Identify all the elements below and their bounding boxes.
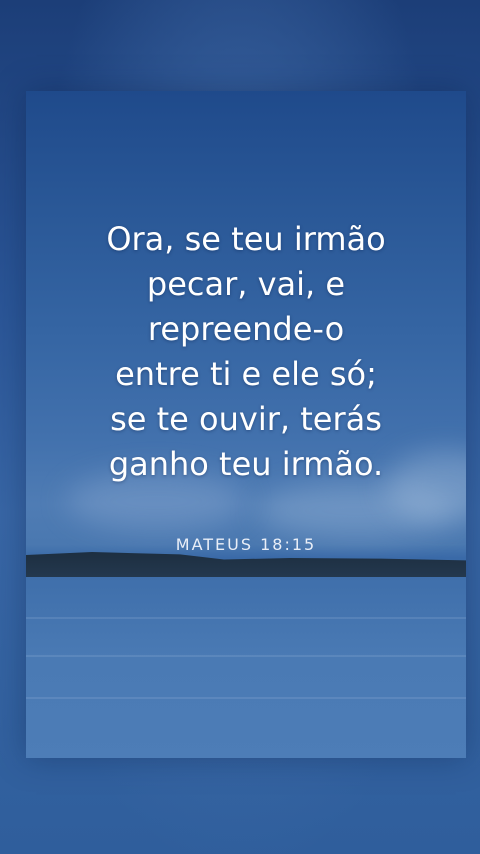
verse-card[interactable]: Ora, se teu irmão pecar, vai, e repreend… [26, 91, 466, 758]
verse-reference: MATEUS 18:15 [175, 535, 317, 554]
verse-line: Ora, se teu irmão [106, 220, 386, 258]
story-screen: Ora, se teu irmão pecar, vai, e repreend… [0, 0, 480, 854]
verse-line: entre ti e ele só; [115, 355, 377, 393]
verse-text: Ora, se teu irmão pecar, vai, e repreend… [26, 217, 466, 487]
water-reflection [26, 655, 466, 657]
water-reflection [26, 697, 466, 699]
verse-line: ganho teu irmão. [108, 445, 384, 483]
verse-line: pecar, vai, e [146, 265, 346, 303]
water-reflection [26, 617, 466, 619]
verse-line: repreende-o [147, 310, 345, 348]
sea-surface [26, 577, 466, 758]
verse-line: se te ouvir, terás [110, 400, 382, 438]
